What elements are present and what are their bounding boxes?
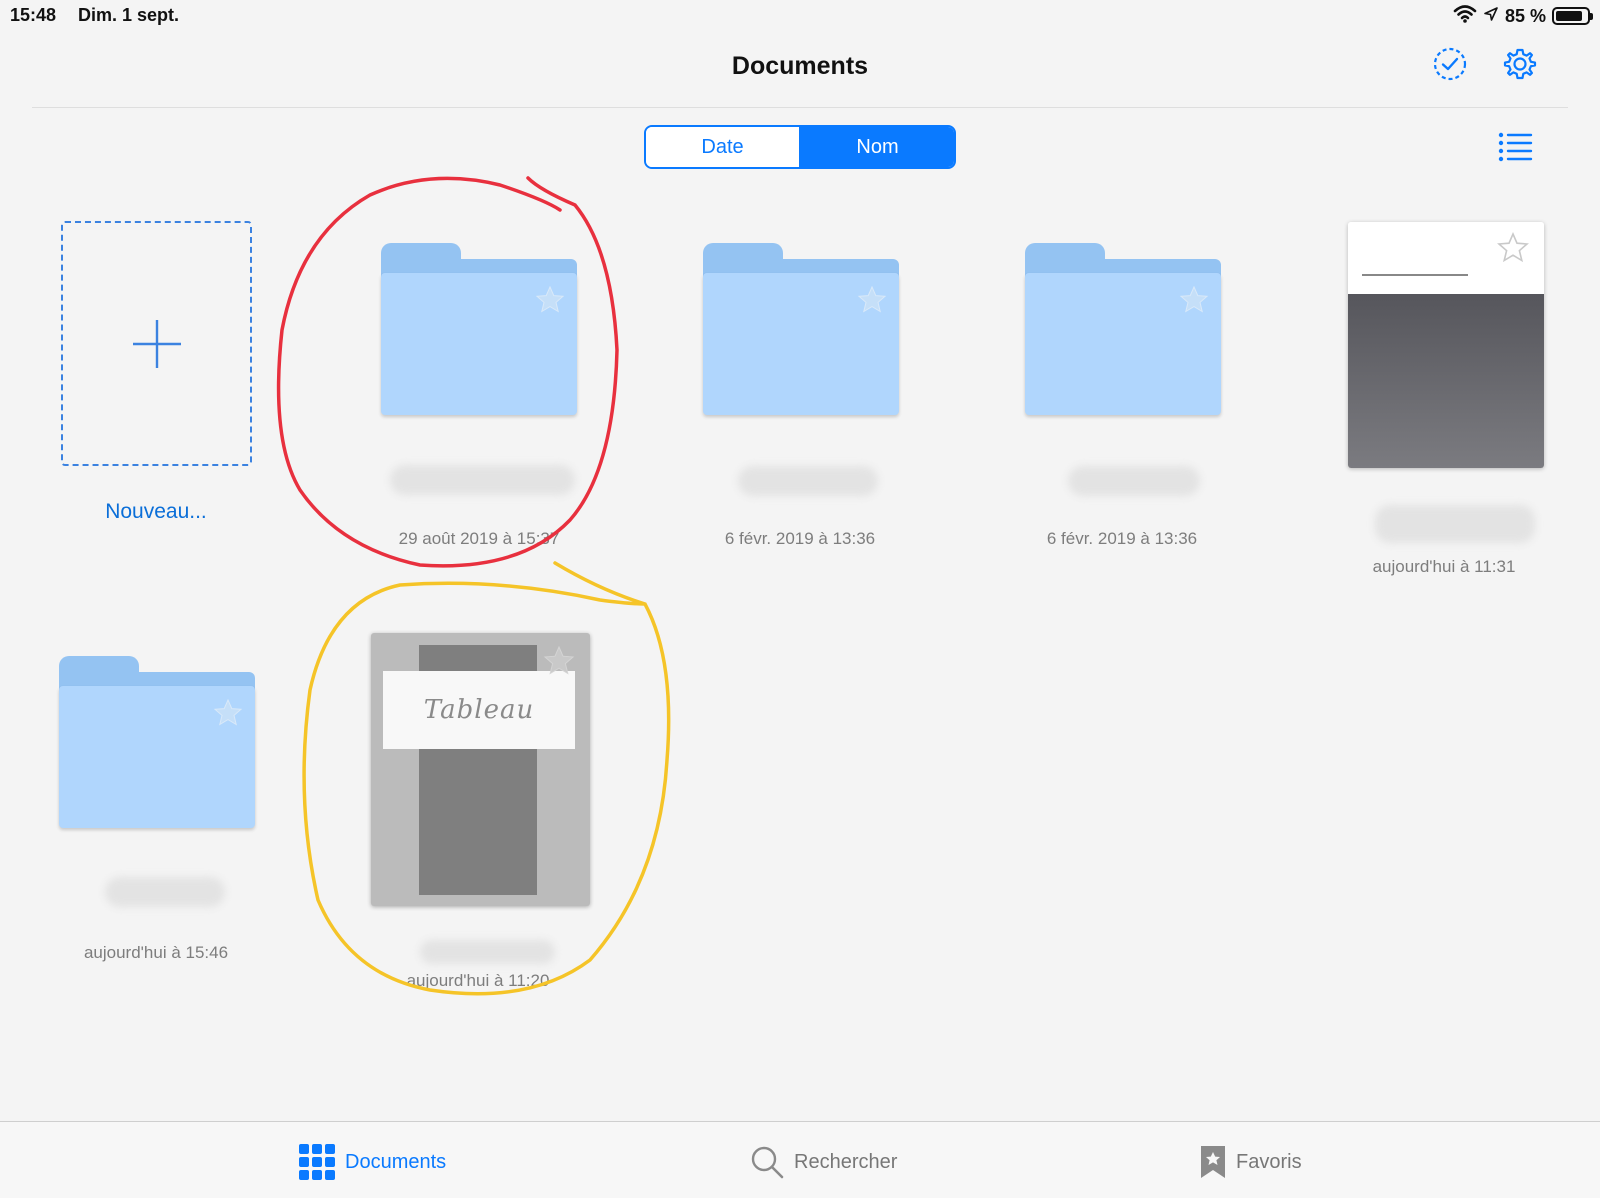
grid-icon: [299, 1144, 335, 1180]
favorite-star-icon[interactable]: [857, 285, 887, 315]
dashed-check-circle-icon: [1433, 47, 1467, 81]
thumbnail-label: Tableau: [383, 671, 575, 749]
thumbnail-text: Tableau: [423, 695, 535, 725]
favorite-star-icon[interactable]: [535, 285, 565, 315]
item-timestamp: 6 févr. 2019 à 13:36: [1046, 529, 1198, 548]
annotation-overlay: [276, 176, 671, 996]
sort-segmented-control: Date Nom: [644, 125, 956, 169]
new-document-tile[interactable]: [61, 221, 252, 466]
tab-favorites[interactable]: Favoris: [1200, 1142, 1302, 1182]
folder-item[interactable]: [703, 243, 899, 415]
tab-favorites-label: Favoris: [1236, 1150, 1302, 1173]
folder-item[interactable]: [381, 243, 577, 415]
plus-icon: [132, 319, 181, 368]
item-timestamp: 29 août 2019 à 15:37: [398, 529, 560, 548]
favorite-star-icon[interactable]: [543, 645, 575, 677]
item-timestamp: aujourd'hui à 15:46: [83, 943, 229, 962]
list-view-icon: [1498, 132, 1533, 162]
tab-search[interactable]: Rechercher: [750, 1142, 897, 1182]
status-indicators: 85 %: [1453, 4, 1593, 29]
status-bar: 15:48 Dim. 1 sept. 85 %: [0, 0, 1600, 32]
item-timestamp: aujourd'hui à 11:31: [1372, 557, 1516, 576]
battery-percent: 85 %: [1504, 5, 1546, 26]
tab-documents[interactable]: Documents: [299, 1142, 446, 1182]
item-timestamp: aujourd'hui à 11:20: [406, 971, 550, 990]
battery-fill: [1556, 11, 1582, 21]
wifi-icon: [1453, 4, 1477, 29]
page-title: Documents: [731, 52, 869, 80]
favorite-star-icon[interactable]: [213, 698, 243, 728]
select-button[interactable]: [1430, 44, 1470, 84]
item-timestamp: 6 févr. 2019 à 13:36: [724, 529, 876, 548]
sort-name-segment[interactable]: Nom: [799, 127, 954, 167]
settings-button[interactable]: [1500, 44, 1540, 84]
gear-icon: [1503, 48, 1537, 80]
location-arrow-icon: [1483, 6, 1499, 27]
nav-divider: [32, 107, 1568, 108]
blurred-item-name: [738, 466, 878, 496]
status-time: 15:48: [10, 5, 57, 25]
tab-bar: Documents Rechercher Favoris: [0, 1121, 1600, 1198]
blurred-item-name: [1068, 466, 1200, 496]
folder-item[interactable]: [1025, 243, 1221, 415]
list-view-button[interactable]: [1498, 130, 1534, 164]
favorite-star-icon[interactable]: [1179, 285, 1209, 315]
bookmark-star-icon: [1201, 1146, 1225, 1178]
battery-icon: [1552, 7, 1593, 25]
sort-date-segment[interactable]: Date: [646, 127, 799, 167]
favorite-star-icon[interactable]: [1497, 232, 1529, 264]
status-date: Dim. 1 sept.: [78, 5, 180, 25]
tab-documents-label: Documents: [345, 1150, 447, 1173]
search-icon: [751, 1146, 784, 1179]
blurred-item-name: [420, 940, 555, 964]
tab-search-label: Rechercher: [794, 1150, 898, 1173]
blurred-item-name: [105, 877, 225, 907]
blurred-item-name: [1375, 505, 1535, 543]
new-document-label[interactable]: Nouveau...: [56, 500, 256, 524]
folder-item[interactable]: [59, 656, 255, 828]
blurred-item-name: [390, 465, 575, 495]
